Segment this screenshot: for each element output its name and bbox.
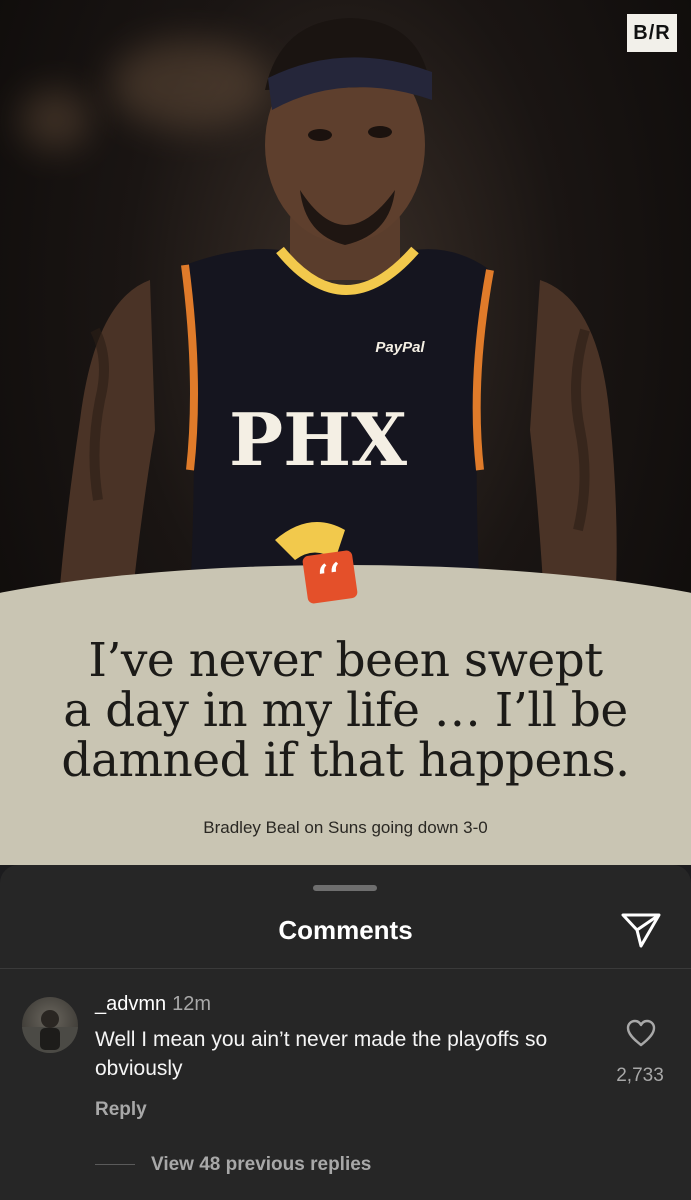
- avatar[interactable]: [22, 997, 78, 1053]
- post-image[interactable]: PHX PayPal B/R ‘‘ I’ve never been swept …: [0, 0, 691, 865]
- comments-sheet: Comments _advmn 12m Well I mean you ain’t…: [0, 865, 691, 1200]
- reply-button[interactable]: Reply: [95, 1099, 147, 1121]
- sheet-drag-handle[interactable]: [313, 885, 377, 891]
- heart-icon[interactable]: [626, 1019, 656, 1047]
- view-replies-button[interactable]: View 48 previous replies: [151, 1154, 371, 1176]
- quote-line: I’ve never been swept: [88, 633, 603, 688]
- jersey-text: PHX: [229, 397, 407, 482]
- username[interactable]: _advmn: [95, 993, 166, 1015]
- quote-text: I’ve never been swept a day in my life ……: [0, 636, 691, 786]
- like-count: 2,733: [616, 1065, 664, 1086]
- quote-caption: Bradley Beal on Suns going down 3-0: [203, 818, 488, 837]
- comment-time: 12m: [172, 993, 212, 1015]
- quote-line: damned if that happens.: [61, 733, 630, 788]
- avatar-image: [22, 1010, 78, 1053]
- comment-text: Well I mean you ain’t never made the pla…: [95, 1028, 548, 1080]
- brand-logo: B/R: [627, 14, 677, 52]
- jersey-sponsor: PayPal: [375, 339, 425, 356]
- divider: [0, 968, 691, 969]
- comments-title: Comments: [278, 915, 413, 945]
- quote-line: a day in my life … I’ll be: [63, 683, 628, 738]
- replies-divider: [95, 1164, 135, 1165]
- send-icon[interactable]: [620, 910, 662, 950]
- comment-author[interactable]: _advmn 12m: [95, 993, 211, 1016]
- quote-mark-icon: ‘‘: [301, 549, 359, 605]
